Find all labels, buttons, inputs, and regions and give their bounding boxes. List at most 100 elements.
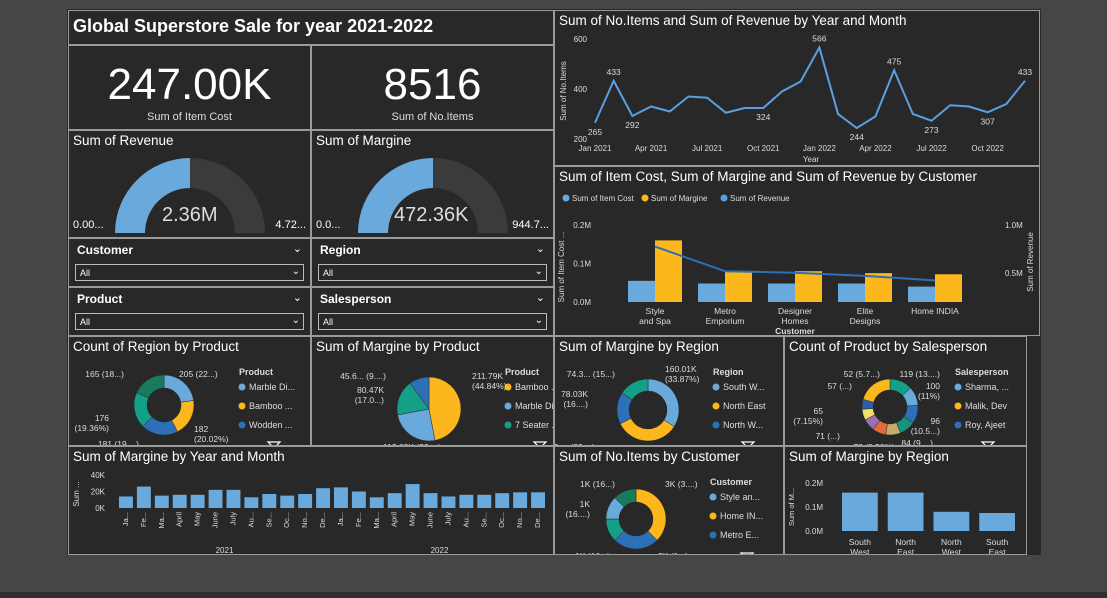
items-line-series	[594, 44, 1026, 130]
item-cost-bar	[768, 283, 795, 302]
margine-by-product-pie: Product Bamboo ... Marble Di... 7 Seater ..…	[340, 367, 553, 445]
pie-data-label: (16....)	[565, 509, 590, 519]
legend-title: Salesperson	[955, 367, 1009, 377]
kpi-item-cost-card[interactable]: 247.00K Sum of Item Cost	[68, 45, 311, 130]
region-slicer-value: All	[323, 268, 334, 278]
customer-slicer-dropdown[interactable]: All ⌄	[75, 264, 304, 281]
line-x-tick: Jan 2022	[803, 144, 836, 153]
line-x-tick: Apr 2022	[859, 144, 892, 153]
salesperson-slicer[interactable]: Salesperson ⌄ All ⌄	[311, 287, 554, 336]
month-y-axis-label: Sum ...	[72, 481, 81, 506]
margine-bar	[655, 240, 682, 302]
margine-month-bar	[226, 489, 241, 508]
items-by-customer-card[interactable]: Sum of No.Items by Customer Customer Styl…	[554, 446, 784, 555]
combo-left-tick: 0.0M	[573, 298, 591, 307]
items-by-customer-donut: Customer Style an... Home IN... Metro E... 1…	[565, 477, 763, 555]
pie-data-label: 119 (13....)	[900, 369, 941, 379]
chevron-down-icon[interactable]: ⌄	[536, 242, 545, 255]
combo-x-tick: Metro	[714, 306, 736, 316]
margine-bar	[795, 271, 822, 302]
line-data-label: 307	[981, 116, 995, 126]
month-x-tick: Fe...	[354, 512, 363, 527]
margine-gauge-min: 0.0...	[316, 219, 341, 231]
margine-region-bar-card[interactable]: Sum of Margine by Region 0.2M 0.1M 0.0M Sum…	[784, 446, 1027, 555]
item-cost-bar	[838, 283, 865, 302]
margine-month-bar	[244, 497, 259, 508]
pie-data-label: 2K (1...)	[658, 551, 688, 555]
chevron-down-icon[interactable]: ⌄	[293, 291, 302, 304]
customer-combo-chart: Sum of Item Cost Sum of Margine Sum of Rev…	[557, 194, 1035, 335]
margine-month-bar	[316, 488, 330, 508]
legend-title: Product	[505, 367, 539, 377]
product-slicer-dropdown[interactable]: All ⌄	[75, 313, 304, 330]
combo-left-tick: 0.2M	[573, 221, 591, 230]
customer-combo-chart-card[interactable]: Sum of Item Cost, Sum of Margine and Sum…	[554, 166, 1040, 336]
pie-data-label: 80.47K	[357, 385, 384, 395]
month-y-tick: 0K	[95, 504, 105, 513]
region-y-tick: 0.0M	[805, 527, 823, 536]
items-line-chart: Sum of No.Items 600 400 200Jan 2021 Apr 2021…	[559, 34, 1032, 165]
margine-by-product-card[interactable]: Sum of Margine by Product Product Bamboo …	[311, 336, 554, 446]
month-x-tick: Ja...	[121, 512, 130, 526]
chevron-down-icon[interactable]: ⌄	[293, 242, 302, 255]
product-slicer[interactable]: Product ⌄ All ⌄	[68, 287, 311, 336]
items-line-chart-card[interactable]: Sum of No.Items and Sum of Revenue by Ye…	[554, 10, 1040, 166]
pie-data-label: 205 (22...)	[179, 369, 218, 379]
line-data-label: 433	[1018, 67, 1032, 77]
legend-dot	[954, 421, 962, 429]
month-x-tick: May	[193, 512, 202, 526]
legend-dot	[641, 194, 649, 202]
product-by-salesperson-card[interactable]: Count of Product by Salesperson Salesper…	[784, 336, 1027, 446]
pie-data-label: 160.01K	[665, 364, 697, 374]
month-x-tick: De...	[533, 512, 542, 528]
region-slicer-dropdown[interactable]: All ⌄	[318, 264, 547, 281]
pie-data-label: (10.5...)	[911, 426, 940, 436]
region-slicer[interactable]: Region ⌄ All ⌄	[311, 238, 554, 287]
region-by-product-card[interactable]: Count of Region by Product Product Marble…	[68, 336, 311, 446]
legend-label: Marble Di...	[249, 382, 295, 392]
pie-data-label: 3K (3....)	[665, 479, 698, 489]
pie-data-label: 176	[95, 413, 109, 423]
chevron-down-icon[interactable]: ⌄	[536, 291, 545, 304]
salesperson-slicer-dropdown[interactable]: All ⌄	[318, 313, 547, 330]
margine-gauge-card[interactable]: Sum of Margine 472.36K 0.0... 944.7...	[311, 130, 554, 238]
kpi-no-items-card[interactable]: 8516 Sum of No.Items	[311, 45, 554, 130]
dashboard-title-tile: Global Superstore Sale for year 2021-202…	[68, 10, 554, 45]
pie-data-label: 165 (18...)	[85, 369, 124, 379]
combo-x-tick: Style	[646, 306, 665, 316]
taskbar-strip	[0, 592, 1107, 598]
legend-dot	[709, 531, 717, 539]
month-x-tick: Se...	[479, 512, 488, 527]
margine-by-region-card[interactable]: Sum of Margine by Region Region South W..…	[554, 336, 784, 446]
margine-by-month-card[interactable]: Sum of Margine by Year and Month 40K 20K 0…	[68, 446, 554, 555]
combo-x-tick: Emporium	[706, 316, 745, 326]
legend-dot	[712, 402, 720, 410]
month-x-tick: No...	[300, 512, 309, 528]
revenue-gauge-card[interactable]: Sum of Revenue 2.36M 0.00... 4.72...	[68, 130, 311, 238]
pie-data-label: 181 (19....)	[98, 439, 139, 446]
month-x-tick: Ja...	[336, 512, 345, 526]
line-y-tick: 200	[574, 135, 588, 144]
combo-x-tick: Designer	[778, 306, 812, 316]
combo-right-tick: 1.0M	[1005, 221, 1023, 230]
legend-label: South W...	[723, 382, 765, 392]
customer-slicer[interactable]: Customer ⌄ All ⌄	[68, 238, 311, 287]
pie-data-label: 84 (9....)	[901, 438, 933, 446]
chevron-down-icon: ⌄	[534, 315, 543, 326]
month-x-tick: Ma...	[157, 512, 166, 529]
pie-slice	[428, 376, 462, 441]
legend-dot	[712, 383, 720, 391]
legend-label: Roy, Ajeet	[965, 420, 1006, 430]
combo-right-axis-label: Sum of Revenue	[1026, 232, 1035, 292]
margine-month-bar	[136, 486, 151, 508]
margine-month-bar	[119, 496, 133, 508]
region-y-axis-label: Sum of M...	[787, 488, 796, 526]
legend-dot	[709, 493, 717, 501]
line-data-label: 566	[812, 34, 826, 44]
pie-data-label: 74.3... (15...)	[567, 369, 615, 379]
dashboard-canvas: Global Superstore Sale for year 2021-202…	[67, 9, 1041, 555]
pie-data-label: (7.15%)	[793, 416, 823, 426]
pie-data-label: 96	[931, 416, 941, 426]
line-y-tick: 600	[574, 35, 588, 44]
region-y-tick: 0.1M	[805, 503, 823, 512]
